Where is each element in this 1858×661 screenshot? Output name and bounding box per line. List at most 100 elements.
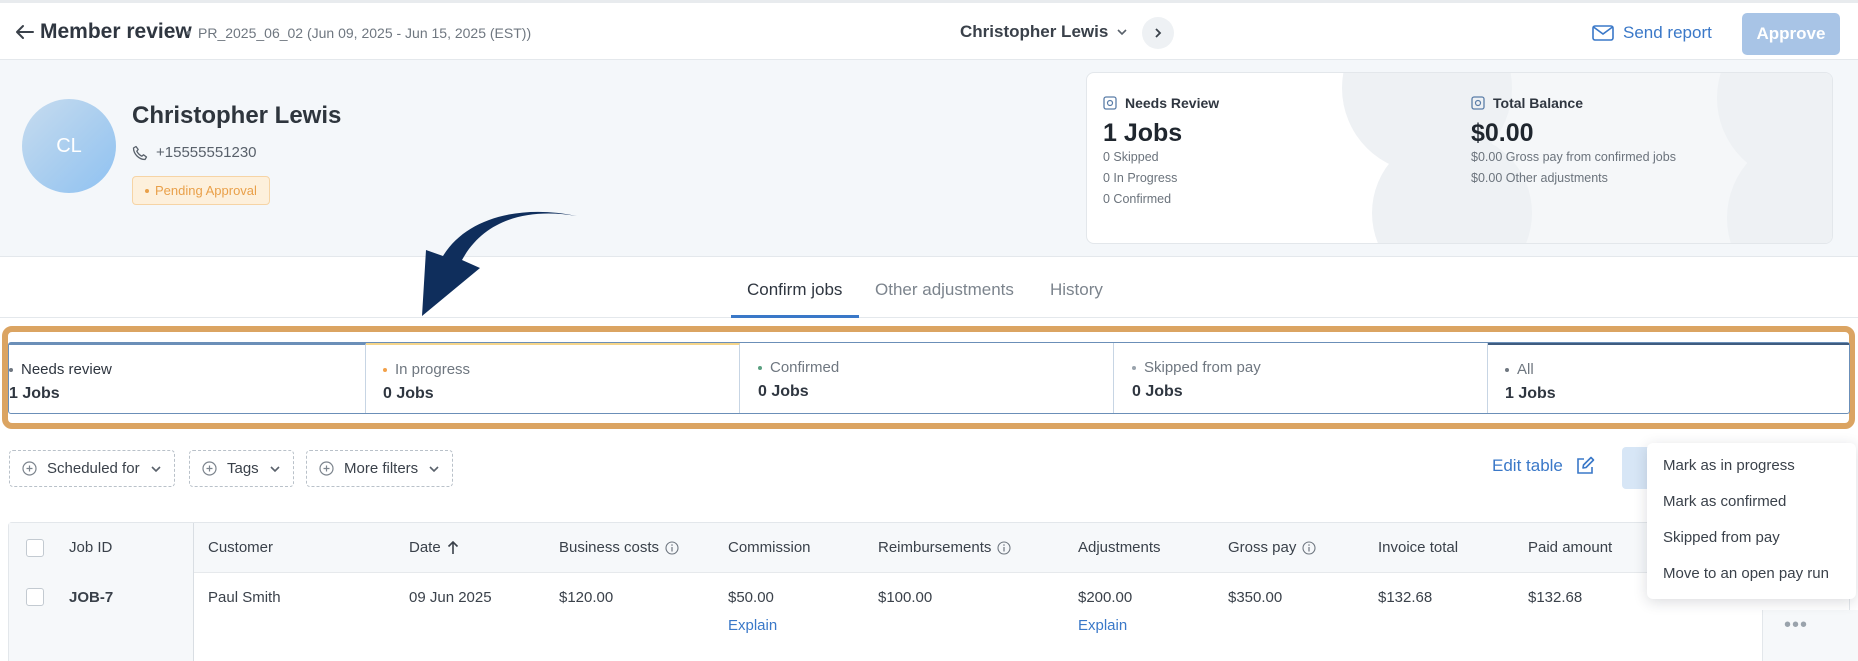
menu-item-skipped-from-pay[interactable]: Skipped from pay <box>1663 529 1780 546</box>
column-header-commission[interactable]: Commission <box>728 539 811 556</box>
column-header-label: Date <box>409 539 441 556</box>
calculator-icon <box>1471 96 1485 110</box>
cell-date: 09 Jun 2025 <box>409 589 492 606</box>
title-separator: • <box>186 24 191 40</box>
member-name: Christopher Lewis <box>132 102 342 129</box>
column-header-label: Business costs <box>559 539 660 556</box>
sort-ascending-icon <box>447 540 458 554</box>
phone-number: +15555551230 <box>156 144 257 161</box>
member-profile-section: CL Christopher Lewis +15555551230 Pendin… <box>0 60 1858 257</box>
column-header-date[interactable]: Date <box>409 539 459 556</box>
envelope-icon <box>1592 25 1614 41</box>
edit-table-button[interactable]: Edit table <box>1492 456 1595 476</box>
status-card-value: 0 Jobs <box>758 383 809 400</box>
cell-adjustments: $200.00 <box>1078 589 1133 606</box>
total-balance-breakdown: $0.00 Gross pay from confirmed jobs $0.0… <box>1471 147 1676 189</box>
avatar: CL <box>22 99 116 193</box>
column-header-adjustments[interactable]: Adjustments <box>1078 539 1161 556</box>
status-card-label: All <box>1517 361 1534 378</box>
needs-review-breakdown: 0 Skipped 0 In Progress 0 Confirmed <box>1103 147 1177 210</box>
filter-label: Scheduled for <box>47 460 140 477</box>
plus-circle-icon <box>22 461 37 476</box>
member-select-dropdown[interactable]: Christopher Lewis <box>960 22 1128 42</box>
status-badge: Pending Approval <box>132 176 270 205</box>
status-dot <box>1132 365 1136 370</box>
column-header-reimbursements[interactable]: Reimbursements <box>878 539 1011 556</box>
info-icon[interactable] <box>997 540 1011 555</box>
needs-review-title: Needs Review <box>1125 95 1220 111</box>
more-actions-icon[interactable]: ••• <box>1784 614 1808 637</box>
adjustments-explain-link[interactable]: Explain <box>1078 617 1127 634</box>
cell-business-costs: $120.00 <box>559 589 614 606</box>
status-dot <box>758 365 762 370</box>
send-report-button[interactable]: Send report <box>1592 23 1712 43</box>
status-card-value: 0 Jobs <box>383 385 434 402</box>
column-header-job-id[interactable]: Job ID <box>69 539 112 556</box>
status-card-skipped[interactable]: Skipped from pay 0 Jobs <box>1114 343 1488 413</box>
cell-reimbursements: $100.00 <box>878 589 933 606</box>
commission-explain-link[interactable]: Explain <box>728 617 777 634</box>
select-all-checkbox[interactable] <box>26 539 44 557</box>
cell-gross-pay: $350.00 <box>1228 589 1283 606</box>
column-header-customer[interactable]: Customer <box>208 539 273 556</box>
next-member-button[interactable] <box>1142 17 1174 49</box>
status-card-value: 0 Jobs <box>1132 383 1183 400</box>
chevron-right-icon <box>1155 28 1162 38</box>
tab-history[interactable]: History <box>1050 280 1103 300</box>
gross-pay-line: $0.00 Gross pay from confirmed jobs <box>1471 150 1676 164</box>
pay-period-label: PR_2025_06_02 (Jun 09, 2025 - Jun 15, 20… <box>198 25 532 41</box>
status-card-in-progress[interactable]: In progress 0 Jobs <box>366 343 740 413</box>
chevron-down-icon <box>151 465 161 472</box>
cell-job-id[interactable]: JOB-7 <box>69 589 113 606</box>
jobs-table: Job ID Customer Date Business costs Comm… <box>8 522 1850 661</box>
confirmed-count: 0 Confirmed <box>1103 192 1172 206</box>
chevron-down-icon <box>270 465 280 472</box>
approve-button[interactable]: Approve <box>1742 13 1840 55</box>
status-dot <box>383 367 387 372</box>
status-card-needs-review[interactable]: Needs review 1 Jobs <box>9 343 366 413</box>
needs-review-value: 1 Jobs <box>1103 119 1183 147</box>
total-balance-value: $0.00 <box>1471 119 1534 147</box>
column-header-gross-pay[interactable]: Gross pay <box>1228 539 1316 556</box>
skipped-count: 0 Skipped <box>1103 150 1159 164</box>
status-card-value: 1 Jobs <box>1505 385 1556 402</box>
status-dot <box>145 188 149 193</box>
top-bar: Member review • PR_2025_06_02 (Jun 09, 2… <box>0 0 1858 60</box>
status-card-all[interactable]: All 1 Jobs <box>1488 343 1849 413</box>
total-balance-heading: Total Balance <box>1471 95 1583 111</box>
filter-label: More filters <box>344 460 419 477</box>
bulk-actions-menu: Mark as in progress Mark as confirmed Sk… <box>1647 443 1856 599</box>
annotation-arrow-icon <box>422 211 577 316</box>
column-header-label: Reimbursements <box>878 539 992 556</box>
column-header-business-costs[interactable]: Business costs <box>559 539 679 556</box>
back-arrow-icon[interactable] <box>14 21 36 43</box>
row-checkbox[interactable] <box>26 588 44 606</box>
info-icon[interactable] <box>1302 540 1316 555</box>
filter-tags[interactable]: Tags <box>189 450 294 487</box>
filter-label: Tags <box>227 460 259 477</box>
menu-item-move-to-pay-run[interactable]: Move to an open pay run <box>1663 565 1829 582</box>
tab-confirm-jobs[interactable]: Confirm jobs <box>747 280 842 300</box>
status-filter-cards: Needs review 1 Jobs In progress 0 Jobs C… <box>8 342 1850 414</box>
menu-item-mark-in-progress[interactable]: Mark as in progress <box>1663 457 1795 474</box>
send-report-label: Send report <box>1623 23 1712 42</box>
total-balance-title: Total Balance <box>1493 95 1583 111</box>
phone-icon <box>132 145 148 160</box>
status-card-value: 1 Jobs <box>9 385 60 402</box>
status-dot <box>9 367 13 372</box>
cell-paid-amount: $132.68 <box>1528 589 1583 606</box>
column-header-invoice-total[interactable]: Invoice total <box>1378 539 1458 556</box>
column-header-paid-amount[interactable]: Paid amount <box>1528 539 1612 556</box>
page-title: Member review <box>40 20 192 43</box>
needs-review-heading: Needs Review <box>1103 95 1219 111</box>
member-select-label: Christopher Lewis <box>960 22 1109 41</box>
column-header-label: Gross pay <box>1228 539 1297 556</box>
info-icon[interactable] <box>665 540 679 555</box>
plus-circle-icon <box>202 461 217 476</box>
menu-item-mark-confirmed[interactable]: Mark as confirmed <box>1663 493 1786 510</box>
tab-other-adjustments[interactable]: Other adjustments <box>875 280 1014 300</box>
filter-scheduled-for[interactable]: Scheduled for <box>9 450 175 487</box>
filter-more-filters[interactable]: More filters <box>306 450 454 487</box>
status-card-confirmed[interactable]: Confirmed 0 Jobs <box>740 343 1114 413</box>
status-dot <box>1505 367 1509 372</box>
